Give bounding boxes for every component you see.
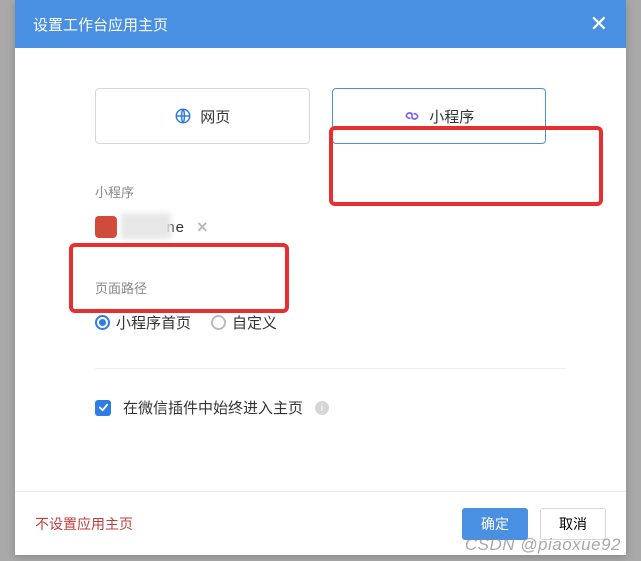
radio-miniapp-home[interactable]: 小程序首页 [95, 312, 191, 333]
modal-body: 网页 小程序 小程序 ne × 页面路径 小程序首页 [15, 48, 626, 491]
modal-footer: 不设置应用主页 确定 取消 [15, 491, 626, 555]
blur-overlay [121, 213, 171, 239]
tab-miniapp-label: 小程序 [429, 106, 474, 127]
info-icon[interactable]: i [315, 401, 329, 415]
miniapp-section-label: 小程序 [95, 182, 566, 201]
miniapp-app-icon [95, 216, 117, 238]
globe-icon [174, 107, 192, 125]
no-home-link[interactable]: 不设置应用主页 [35, 514, 133, 534]
modal-dialog: 设置工作台应用主页 ✕ 网页 小程序 小程序 ne × [15, 0, 626, 555]
tab-miniapp[interactable]: 小程序 [332, 88, 547, 144]
radio-icon [95, 315, 110, 330]
close-icon[interactable]: ✕ [590, 13, 608, 35]
remove-miniapp-icon[interactable]: × [197, 217, 208, 238]
radio-custom[interactable]: 自定义 [211, 312, 277, 333]
modal-header: 设置工作台应用主页 ✕ [15, 0, 626, 48]
tab-group: 网页 小程序 [75, 88, 566, 144]
tab-web[interactable]: 网页 [95, 88, 310, 144]
cancel-button[interactable]: 取消 [540, 508, 606, 540]
footer-button-group: 确定 取消 [462, 508, 606, 540]
ok-button[interactable]: 确定 [462, 508, 528, 540]
radio-label-home: 小程序首页 [116, 312, 191, 333]
radio-label-custom: 自定义 [232, 312, 277, 333]
page-path-section-label: 页面路径 [95, 278, 566, 297]
selected-miniapp-chip: ne × [95, 216, 566, 238]
plugin-checkbox-row: 在微信插件中始终进入主页 i [95, 397, 566, 418]
plugin-checkbox-label: 在微信插件中始终进入主页 [123, 397, 303, 418]
modal-title: 设置工作台应用主页 [33, 14, 168, 35]
page-path-radio-group: 小程序首页 自定义 [95, 312, 566, 369]
tab-web-label: 网页 [200, 106, 230, 127]
plugin-checkbox[interactable] [95, 400, 111, 416]
miniapp-icon [403, 107, 421, 125]
radio-icon [211, 315, 226, 330]
